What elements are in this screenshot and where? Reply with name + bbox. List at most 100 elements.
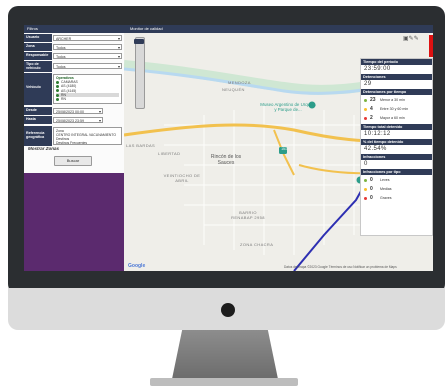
vehicle-list[interactable]: Operativos CAMARAS AS (4180) AS (4145) R…	[53, 74, 122, 104]
tipo-vehiculo-select[interactable]: Todos ▾	[53, 63, 122, 69]
status-dot-icon	[56, 84, 59, 88]
status-dot-icon	[364, 187, 367, 191]
map-header: Monitor de calidad	[124, 25, 433, 33]
referencia-list[interactable]: Zona CENTRO INTEGRAL VACUNAMIENTO Destin…	[53, 127, 122, 145]
status-dot-icon	[364, 107, 367, 111]
show-zones-toggle[interactable]: Mostrar Zonas	[28, 146, 59, 151]
select-value: Todos	[56, 65, 66, 69]
stats-total-header: Tiempo total detenido	[361, 124, 432, 130]
status-dot-icon	[56, 93, 59, 97]
responsable-select[interactable]: Todos ▾	[53, 53, 122, 59]
stats-by-time-row: 23 Menor a 30 min	[364, 97, 405, 103]
stats-by-type-row: 0 Medias	[364, 186, 392, 192]
zona-select[interactable]: Todos ▾	[53, 44, 122, 50]
filter-label: Zona	[24, 43, 52, 51]
map-label-barrio: BARRIO RENABAP 2958	[231, 210, 265, 220]
usuario-select[interactable]: ARCHER ▾	[53, 35, 122, 41]
status-dot-icon	[364, 116, 367, 120]
map-label-town: Rincón de los Sauces	[210, 154, 242, 166]
status-dot-icon	[364, 196, 367, 200]
stats-by-time-row: 2 Mayor a 60 min	[364, 115, 405, 121]
chevron-down-icon: ▾	[117, 54, 120, 59]
map-label-las-bardas: LAS BARDAS	[126, 143, 156, 148]
stats-infractions-value: 0	[364, 161, 368, 167]
status-dot-icon	[56, 89, 59, 93]
stats-label: Leves	[380, 178, 390, 182]
edit-alt-icon[interactable]: ✎	[414, 36, 419, 42]
map-label-neuquen: NEUQUÉN	[222, 87, 245, 92]
select-value: ARCHER	[56, 37, 72, 41]
map-label-libertad: LIBERTAD	[158, 151, 181, 156]
stats-count: 0	[370, 195, 373, 201]
monitor-stand	[171, 330, 279, 382]
filter-row-responsable: Responsable Todos ▾	[24, 52, 124, 60]
filter-row-hasta: Hasta 25/08/2023 23:59 ▾	[24, 116, 124, 124]
map-label-mendoza: MENDOZA	[228, 80, 251, 85]
hasta-datetime-input[interactable]: 25/08/2023 23:59 ▾	[53, 117, 103, 123]
stats-period-header: Tiempo del período	[361, 59, 432, 65]
filter-label: Desde	[24, 107, 52, 115]
stats-label: Entre 30 y 60 min	[380, 107, 409, 111]
filter-row-referencia: Referencia geográfica Zona CENTRO INTEGR…	[24, 126, 124, 146]
google-logo: Google	[128, 263, 146, 269]
filter-label: Tipo de vehículo	[24, 61, 52, 72]
map-label-zona-chacra: ZONA CHACRA	[240, 242, 274, 247]
filter-row-desde: Desde 25/08/2023 00:00 ▾	[24, 107, 124, 115]
filter-label: Usuario	[24, 34, 52, 42]
filter-label: Vehículo	[24, 73, 52, 105]
stats-by-type-row: 0 Graves	[364, 195, 392, 201]
filter-row-usuario: Usuario ARCHER ▾	[24, 34, 124, 42]
datetime-value: 25/08/2023 23:59	[56, 119, 84, 123]
stats-by-time-header: Detenciones por tiempo	[361, 89, 432, 95]
stats-count: 0	[370, 186, 373, 192]
filter-label: Hasta	[24, 116, 52, 124]
power-button	[221, 303, 235, 317]
stats-detentions-value: 29	[364, 81, 372, 87]
monitor-base	[150, 378, 298, 386]
stats-label: Graves	[380, 196, 392, 200]
stats-period-value: 23:59:00	[364, 66, 391, 72]
screen: Filtros Usuario ARCHER ▾ Zona Todos ▾ Resp…	[24, 25, 433, 271]
stats-panel: Tiempo del período 23:59:00 Detenciones …	[360, 58, 433, 236]
datetime-value: 25/08/2023 00:00	[56, 110, 84, 114]
filter-row-zona: Zona Todos ▾	[24, 43, 124, 51]
search-button[interactable]: Buscar	[54, 156, 92, 166]
stats-pct-value: 42.54%	[364, 146, 387, 152]
map-label-villa: VEINTIOCHO DE ABRIL	[163, 173, 201, 183]
stats-count: 2	[370, 115, 373, 121]
status-dot-icon	[56, 97, 59, 101]
stats-count: 4	[370, 106, 373, 112]
vehicle-item[interactable]: RN	[56, 97, 119, 101]
filter-row-vehiculo: Vehículo Operativos CAMARAS AS (4180) AS…	[24, 73, 124, 105]
stats-label: Mayor a 60 min	[380, 116, 405, 120]
stats-by-type-header: Infracciones por tipo	[361, 169, 432, 175]
chevron-down-icon: ▾	[117, 36, 120, 41]
select-value: Todos	[56, 46, 66, 50]
stats-detentions-header: Detenciones	[361, 74, 432, 80]
desde-datetime-input[interactable]: 25/08/2023 00:00 ▾	[53, 108, 103, 114]
map-attribution[interactable]: Datos del mapa ©2023 Google Términos de …	[284, 265, 397, 269]
map-poi-museo[interactable]: Museo Argentino de Urquiza y Parque de..…	[260, 102, 316, 112]
calendar-icon: ▾	[98, 118, 101, 123]
stats-infractions-header: Infracciones	[361, 154, 432, 160]
stats-total-value: 10:12:12	[364, 131, 391, 137]
status-dot-icon	[56, 80, 59, 84]
vehicle-label: RN	[61, 97, 66, 102]
zoom-handle[interactable]	[134, 39, 144, 44]
ref-item[interactable]: Destinos Frecuentes	[56, 141, 119, 145]
stats-label: Menor a 30 min	[380, 98, 405, 102]
panel-toggle-tab[interactable]	[429, 35, 433, 57]
stats-by-type-row: 0 Leves	[364, 177, 390, 183]
map-tools[interactable]: ▣✎✎	[403, 35, 419, 42]
stats-label: Medias	[380, 187, 392, 191]
status-dot-icon	[364, 178, 367, 182]
select-value: Todos	[56, 55, 66, 59]
filter-panel-body: Usuario ARCHER ▾ Zona Todos ▾ Responsable …	[24, 33, 124, 173]
filter-label: Responsable	[24, 52, 52, 60]
route-badge: 151	[281, 147, 287, 151]
zoom-slider[interactable]	[135, 37, 145, 109]
stats-count: 0	[370, 177, 373, 183]
calendar-icon: ▾	[98, 109, 101, 114]
status-dot-icon	[364, 98, 367, 102]
stats-by-time-row: 4 Entre 30 y 60 min	[364, 106, 408, 112]
